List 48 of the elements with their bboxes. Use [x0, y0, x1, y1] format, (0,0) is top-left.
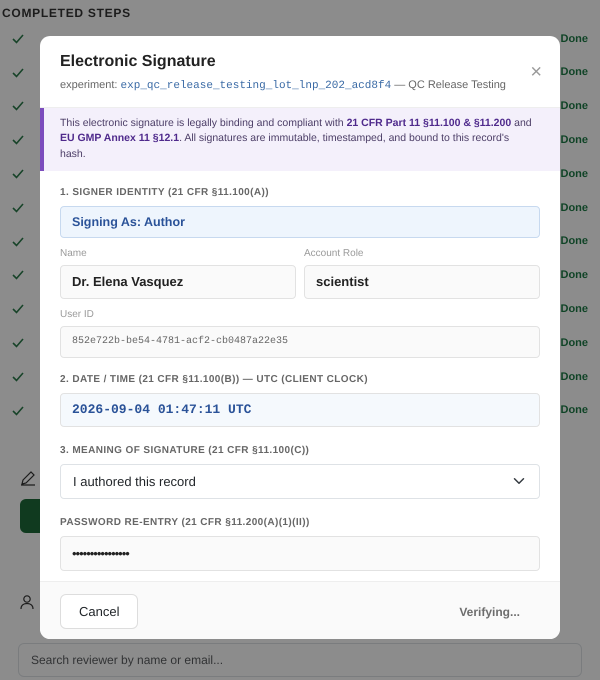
step-status: Done	[560, 336, 588, 351]
step-status: Done	[560, 302, 588, 318]
person-icon	[20, 594, 34, 610]
check-icon	[12, 236, 24, 247]
check-icon	[12, 68, 24, 78]
section-label: 3. MEANING OF SIGNATURE (21 CFR §11.100(C))	[60, 444, 310, 458]
step-status: Done	[560, 166, 588, 182]
step-status: Done	[560, 32, 588, 47]
check-icon	[12, 34, 24, 44]
signing-as-field: Signing As: Author	[60, 206, 540, 238]
section-label: PASSWORD RE-ENTRY (21 CFR §11.200(A)(1)(II))	[60, 516, 311, 530]
check-icon	[12, 202, 24, 213]
check-icon	[12, 406, 24, 416]
section-heading: COMPLETED STEPS	[2, 5, 132, 22]
compliance-notice: This electronic signature is legally binding and compliant with 21 CFR Part 11 §11.100 & §11.200 and EU GMP Annex 11 §12.1. All signatures are immutable, timestamped, and bound to this record's hash.	[40, 108, 560, 171]
role-field: scientist	[304, 264, 540, 299]
datetime-field: 2026-09-04 01:47:11 UTC	[60, 392, 540, 427]
field-label: Account Role	[304, 246, 364, 261]
cancel-button[interactable]: Cancel	[60, 594, 138, 629]
field-label: User ID	[60, 308, 95, 322]
step-status: Done	[560, 234, 588, 250]
step-status: Done	[560, 370, 588, 385]
section-label: 2. DATE / TIME (21 CFR §11.100(B)) — UTC (CLIENT CLOCK)	[60, 372, 369, 387]
step-status: Done	[560, 99, 588, 114]
meaning-select[interactable]: I authored this record	[60, 464, 540, 499]
check-icon	[12, 169, 24, 180]
field-label: Name	[60, 246, 88, 261]
check-icon	[12, 338, 24, 348]
subtitle-label: experiment:	[60, 79, 118, 92]
step-status: Done	[560, 65, 588, 80]
reviewer-search-field[interactable]: Search reviewer by name or email...	[18, 642, 582, 677]
check-icon	[12, 372, 24, 382]
password-field[interactable]: ••••••••••••••••	[60, 536, 540, 571]
step-status: Done	[560, 268, 588, 284]
step-status: Done	[560, 133, 588, 148]
check-icon	[12, 101, 24, 112]
check-icon	[12, 304, 24, 314]
dialog-title: Electronic Signature	[60, 52, 217, 72]
check-icon	[12, 270, 24, 280]
user-id-field: 852e722b-be54-4781-acf2-cb0487a22e35	[60, 326, 540, 358]
check-icon	[12, 135, 24, 146]
section-label: 1. SIGNER IDENTITY (21 CFR §11.100(A))	[60, 186, 270, 200]
name-field: Dr. Elena Vasquez	[60, 264, 296, 299]
step-status: Done	[560, 403, 588, 418]
step-status: Done	[560, 200, 588, 216]
experiment-id: exp_qc_release_testing_lot_lnp_202_acd8f4	[120, 80, 392, 92]
pencil-icon[interactable]	[20, 470, 36, 486]
experiment-name: — QC Release Testing	[393, 79, 506, 92]
